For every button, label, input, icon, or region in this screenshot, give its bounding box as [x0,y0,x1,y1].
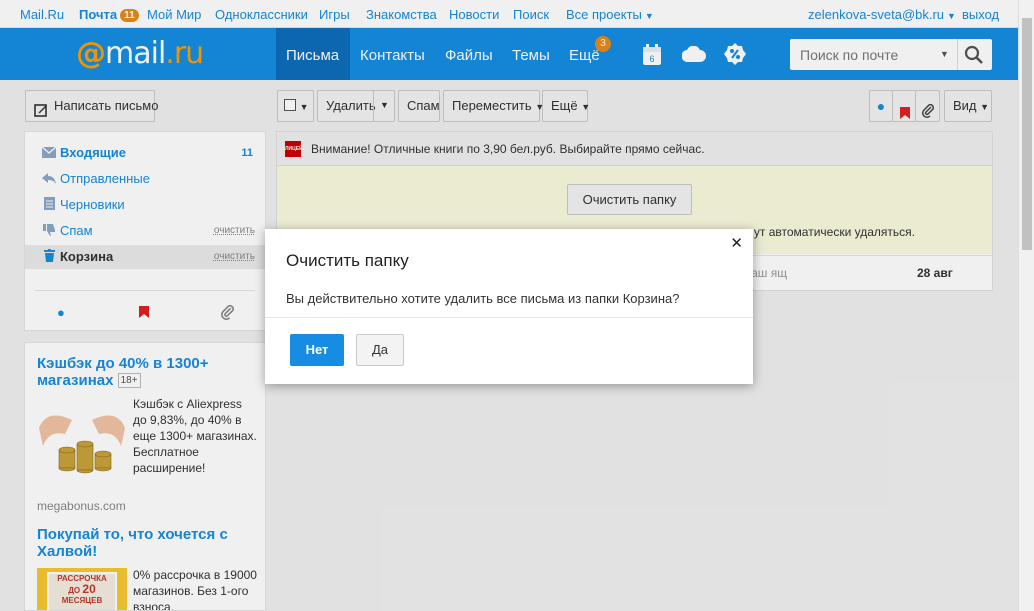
yes-button[interactable]: Да [356,334,404,366]
scrollbar-thumb[interactable] [1022,18,1032,250]
dialog-message: Вы действительно хотите удалить все пись… [286,291,680,306]
clear-folder-dialog: Очистить папку ✕ Вы действительно хотите… [265,229,753,384]
dialog-title: Очистить папку [286,251,409,270]
close-icon[interactable]: ✕ [730,234,743,252]
page-scrollbar[interactable] [1018,0,1034,611]
no-button[interactable]: Нет [290,334,344,366]
dialog-divider [265,317,753,318]
